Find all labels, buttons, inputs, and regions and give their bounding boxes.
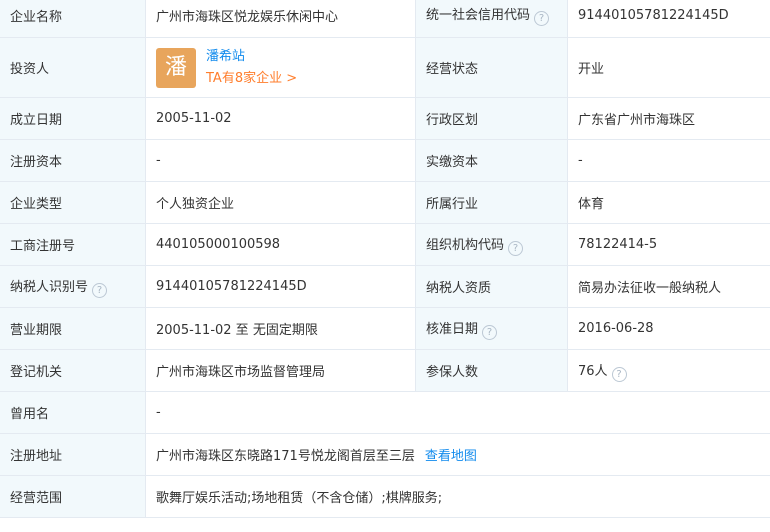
row-tax: 纳税人识别号? 91440105781224145D 纳税人资质 简易办法征收一… [0, 265, 770, 308]
value-scope: 歌舞厅娱乐活动;场地租赁（不含仓储）;棋牌服务; [145, 475, 770, 518]
help-icon[interactable]: ? [482, 324, 498, 340]
value-company-name: 广州市海珠区悦龙娱乐休闲中心 [145, 0, 416, 38]
label-status: 经营状态 [415, 37, 568, 98]
value-industry: 体育 [567, 181, 770, 224]
row-investor: 投资人 潘 潘希站 TA有8家企业 > 经营状态 开业 [0, 37, 770, 98]
value-org-code: 78122414-5 [567, 223, 770, 266]
label-reg-number: 工商注册号 [0, 223, 146, 266]
label-reg-capital: 注册资本 [0, 139, 146, 182]
label-founded: 成立日期 [0, 97, 146, 140]
help-icon[interactable]: ? [534, 11, 550, 26]
row-capital: 注册资本 - 实缴资本 - [0, 139, 770, 182]
value-tax-qualification: 简易办法征收一般纳税人 [567, 265, 770, 308]
value-status: 开业 [567, 37, 770, 98]
row-reg-number: 工商注册号 440105000100598 组织机构代码? 78122414-5 [0, 223, 770, 266]
value-reg-capital: - [145, 139, 416, 182]
help-icon[interactable]: ? [611, 366, 627, 382]
label-region: 行政区划 [415, 97, 568, 140]
row-company-name: 企业名称 广州市海珠区悦龙娱乐休闲中心 统一社会信用代码? 9144010578… [0, 0, 770, 38]
value-reg-number: 440105000100598 [145, 223, 416, 266]
row-term: 营业期限 2005-11-02 至 无固定期限 核准日期? 2016-06-28 [0, 307, 770, 350]
label-tax-id: 纳税人识别号? [0, 265, 146, 308]
label-scope: 经营范围 [0, 475, 146, 518]
label-approval-date: 核准日期? [415, 307, 568, 350]
row-founded: 成立日期 2005-11-02 行政区划 广东省广州市海珠区 [0, 97, 770, 140]
value-business-term: 2005-11-02 至 无固定期限 [145, 307, 416, 350]
value-founded: 2005-11-02 [145, 97, 416, 140]
value-company-type: 个人独资企业 [145, 181, 416, 224]
row-address: 注册地址 广州市海珠区东晓路171号悦龙阁首层至三层 查看地图 [0, 433, 770, 476]
company-info-table: 企业名称 广州市海珠区悦龙娱乐休闲中心 统一社会信用代码? 9144010578… [0, 0, 770, 518]
label-credit-code: 统一社会信用代码? [415, 0, 568, 38]
label-org-code: 组织机构代码? [415, 223, 568, 266]
label-former-name: 曾用名 [0, 391, 146, 434]
row-authority: 登记机关 广州市海珠区市场监督管理局 参保人数 76人? [0, 349, 770, 392]
label-industry: 所属行业 [415, 181, 568, 224]
value-credit-code: 91440105781224145D [567, 0, 770, 38]
label-investor: 投资人 [0, 37, 146, 98]
label-authority: 登记机关 [0, 349, 146, 392]
view-map-link[interactable]: 查看地图 [425, 449, 477, 464]
help-icon[interactable]: ? [92, 282, 108, 298]
label-address: 注册地址 [0, 433, 146, 476]
value-approval-date: 2016-06-28 [567, 307, 770, 350]
help-icon[interactable]: ? [508, 240, 524, 256]
label-company-name: 企业名称 [0, 0, 146, 38]
label-insured: 参保人数 [415, 349, 568, 392]
label-paid-capital: 实缴资本 [415, 139, 568, 182]
avatar[interactable]: 潘 [156, 47, 196, 88]
value-address: 广州市海珠区东晓路171号悦龙阁首层至三层 查看地图 [145, 433, 770, 476]
value-paid-capital: - [567, 139, 770, 182]
row-scope: 经营范围 歌舞厅娱乐活动;场地租赁（不含仓储）;棋牌服务; [0, 475, 770, 518]
value-former-name: - [145, 391, 770, 434]
label-tax-qualification: 纳税人资质 [415, 265, 568, 308]
investor-companies-link[interactable]: TA有8家企业 > [206, 69, 297, 89]
value-insured: 76人? [567, 349, 770, 392]
investor-name-link[interactable]: 潘希站 [206, 47, 297, 67]
row-type: 企业类型 个人独资企业 所属行业 体育 [0, 181, 770, 224]
value-authority: 广州市海珠区市场监督管理局 [145, 349, 416, 392]
value-investor: 潘 潘希站 TA有8家企业 > [145, 37, 416, 98]
value-region: 广东省广州市海珠区 [567, 97, 770, 140]
label-company-type: 企业类型 [0, 181, 146, 224]
label-business-term: 营业期限 [0, 307, 146, 350]
row-former-name: 曾用名 - [0, 391, 770, 434]
value-tax-id: 91440105781224145D [145, 265, 416, 308]
